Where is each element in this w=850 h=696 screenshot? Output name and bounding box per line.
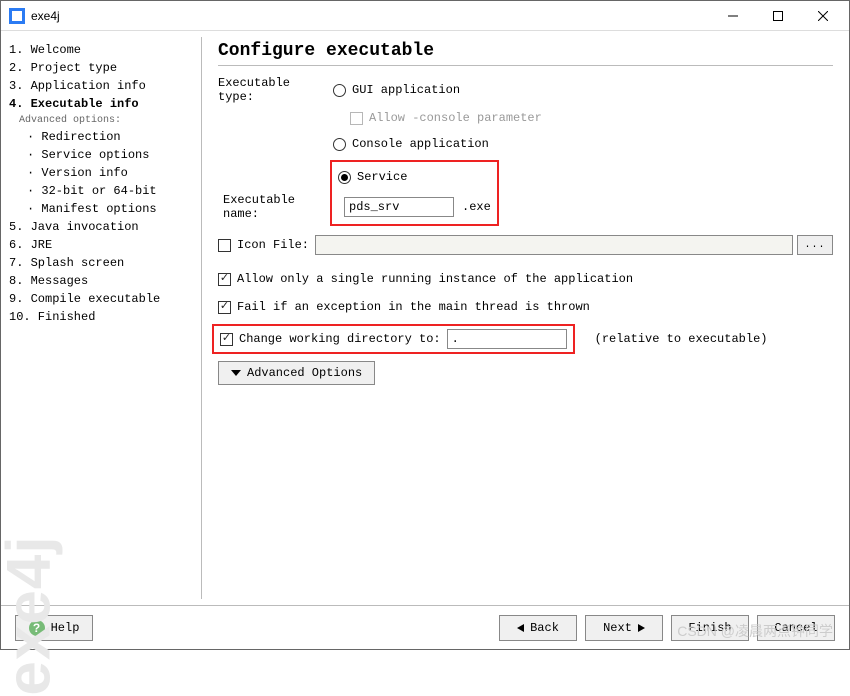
highlight-service-name: Service Executable name: .exe <box>330 160 499 226</box>
step-jre[interactable]: 6. JRE <box>9 236 193 254</box>
adv-service-options[interactable]: Service options <box>9 146 193 164</box>
chevron-down-icon <box>231 370 241 376</box>
row-fail-exception: ✓ Fail if an exception in the main threa… <box>218 295 833 319</box>
highlight-working-dir: ✓ Change working directory to: <box>212 324 575 354</box>
radio-service-label: Service <box>357 170 407 184</box>
row-radio-service: Service <box>338 165 491 189</box>
cancel-button[interactable]: Cancel <box>757 615 835 641</box>
cancel-button-label: Cancel <box>774 621 817 635</box>
exec-type-label: Executable type: <box>218 76 333 104</box>
back-button-label: Back <box>530 621 559 635</box>
exec-name-suffix: .exe <box>462 200 491 214</box>
icon-file-browse-button[interactable]: ... <box>797 235 833 255</box>
next-button-label: Next <box>603 621 632 635</box>
step-messages[interactable]: 8. Messages <box>9 272 193 290</box>
icon-file-path-input[interactable] <box>315 235 793 255</box>
help-icon: ? <box>29 620 45 636</box>
next-button[interactable]: Next <box>585 615 663 641</box>
change-working-dir-checkbox[interactable]: ✓ <box>220 333 233 346</box>
titlebar: exe4j <box>1 1 849 31</box>
adv-redirection[interactable]: Redirection <box>9 128 193 146</box>
arrow-left-icon <box>517 624 524 632</box>
row-exec-name: Executable name: .exe <box>338 193 491 221</box>
wizard-sidebar: 1. Welcome 2. Project type 3. Applicatio… <box>1 31 201 605</box>
row-advanced-options: Advanced Options <box>218 361 833 385</box>
exec-name-label: Executable name: <box>223 193 338 221</box>
single-instance-checkbox[interactable]: ✓ <box>218 273 231 286</box>
adv-32-64-bit[interactable]: 32-bit or 64-bit <box>9 182 193 200</box>
close-button[interactable] <box>800 2 845 30</box>
working-dir-input[interactable] <box>447 329 567 349</box>
adv-manifest-options[interactable]: Manifest options <box>9 200 193 218</box>
icon-file-checkbox[interactable] <box>218 239 231 252</box>
radio-gui-application-label: GUI application <box>352 83 460 97</box>
radio-console-application[interactable] <box>333 138 346 151</box>
main-area: 1. Welcome 2. Project type 3. Applicatio… <box>1 31 849 605</box>
radio-service[interactable] <box>338 171 351 184</box>
advanced-options-button[interactable]: Advanced Options <box>218 361 375 385</box>
step-executable-info[interactable]: 4. Executable info <box>9 95 193 113</box>
window-controls <box>710 2 845 30</box>
adv-version-info[interactable]: Version info <box>9 164 193 182</box>
row-single-instance: ✓ Allow only a single running instance o… <box>218 267 833 291</box>
step-splash-screen[interactable]: 7. Splash screen <box>9 254 193 272</box>
icon-file-label: Icon File: <box>237 238 309 252</box>
maximize-button[interactable] <box>755 2 800 30</box>
allow-console-checkbox[interactable] <box>350 112 363 125</box>
step-compile-executable[interactable]: 9. Compile executable <box>9 290 193 308</box>
step-application-info[interactable]: 3. Application info <box>9 77 193 95</box>
row-allow-console: Allow -console parameter <box>218 106 833 130</box>
step-welcome[interactable]: 1. Welcome <box>9 41 193 59</box>
finish-button-label: Finish <box>688 621 731 635</box>
advanced-options-button-label: Advanced Options <box>247 366 362 380</box>
footer-bar: ? Help Back Next Finish Cancel <box>1 605 849 649</box>
radio-console-application-label: Console application <box>352 137 489 151</box>
help-button[interactable]: ? Help <box>15 615 93 641</box>
change-working-dir-label: Change working directory to: <box>239 332 441 346</box>
row-icon-file: Icon File: ... <box>218 233 833 257</box>
advanced-options-header: Advanced options: <box>9 113 193 128</box>
allow-console-label: Allow -console parameter <box>369 111 542 125</box>
radio-gui-application[interactable] <box>333 84 346 97</box>
row-exec-type: Executable type: GUI application <box>218 76 833 104</box>
minimize-button[interactable] <box>710 2 755 30</box>
row-radio-console: Console application <box>218 132 833 156</box>
back-button[interactable]: Back <box>499 615 577 641</box>
exec-name-input[interactable] <box>344 197 454 217</box>
step-java-invocation[interactable]: 5. Java invocation <box>9 218 193 236</box>
step-project-type[interactable]: 2. Project type <box>9 59 193 77</box>
single-instance-label: Allow only a single running instance of … <box>237 272 633 286</box>
app-icon <box>9 8 25 24</box>
content-panel: Configure executable Executable type: GU… <box>202 31 849 605</box>
title-separator <box>218 65 833 66</box>
help-button-label: Help <box>51 621 80 635</box>
arrow-right-icon <box>638 624 645 632</box>
window-title: exe4j <box>31 9 710 23</box>
step-finished[interactable]: 10. Finished <box>9 308 193 326</box>
fail-exception-checkbox[interactable]: ✓ <box>218 301 231 314</box>
finish-button[interactable]: Finish <box>671 615 749 641</box>
relative-to-exec-label: (relative to executable) <box>595 332 768 346</box>
fail-exception-label: Fail if an exception in the main thread … <box>237 300 590 314</box>
row-working-dir: ✓ Change working directory to: (relative… <box>218 327 833 351</box>
page-title: Configure executable <box>218 41 833 61</box>
